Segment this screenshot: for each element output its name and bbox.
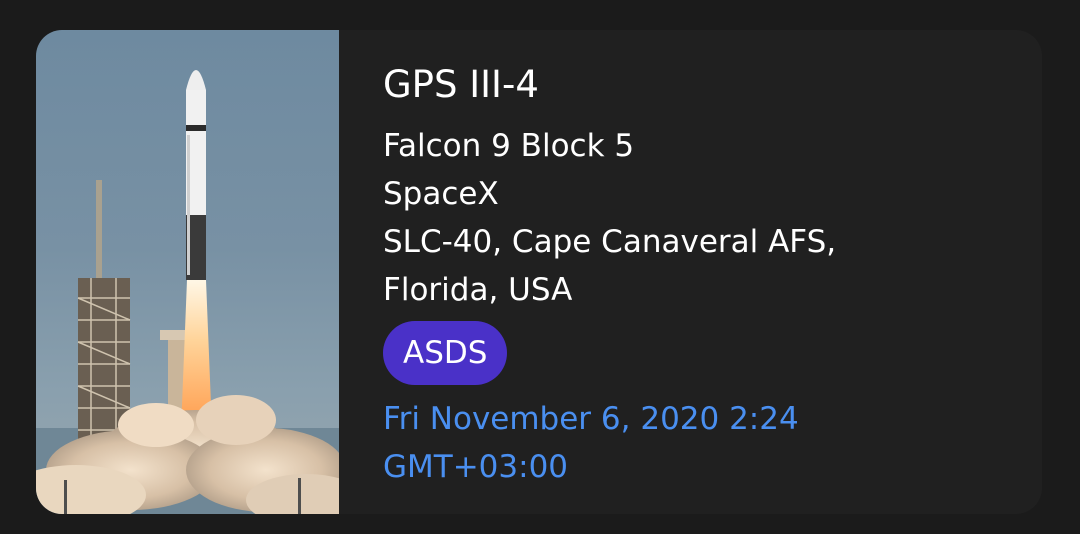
launch-date-line-1: Fri November 6, 2020 2:24 (383, 401, 799, 437)
launch-pad-line-1: SLC-40, Cape Canaveral AFS, (383, 224, 837, 260)
launch-card[interactable]: GPS III-4 Falcon 9 Block 5 SpaceX SLC-40… (36, 30, 1042, 514)
landing-badge: ASDS (383, 321, 508, 385)
launch-title: GPS III-4 (383, 63, 539, 106)
rocket-launch-image (36, 30, 339, 514)
rocket-name: Falcon 9 Block 5 (383, 128, 635, 164)
launch-provider: SpaceX (383, 176, 499, 212)
launch-details: GPS III-4 Falcon 9 Block 5 SpaceX SLC-40… (383, 60, 1022, 491)
launch-date-line-2: GMT+03:00 (383, 449, 569, 485)
launch-pad-line-2: Florida, USA (383, 272, 573, 308)
launch-date: Fri November 6, 2020 2:24 GMT+03:00 (383, 395, 1022, 491)
